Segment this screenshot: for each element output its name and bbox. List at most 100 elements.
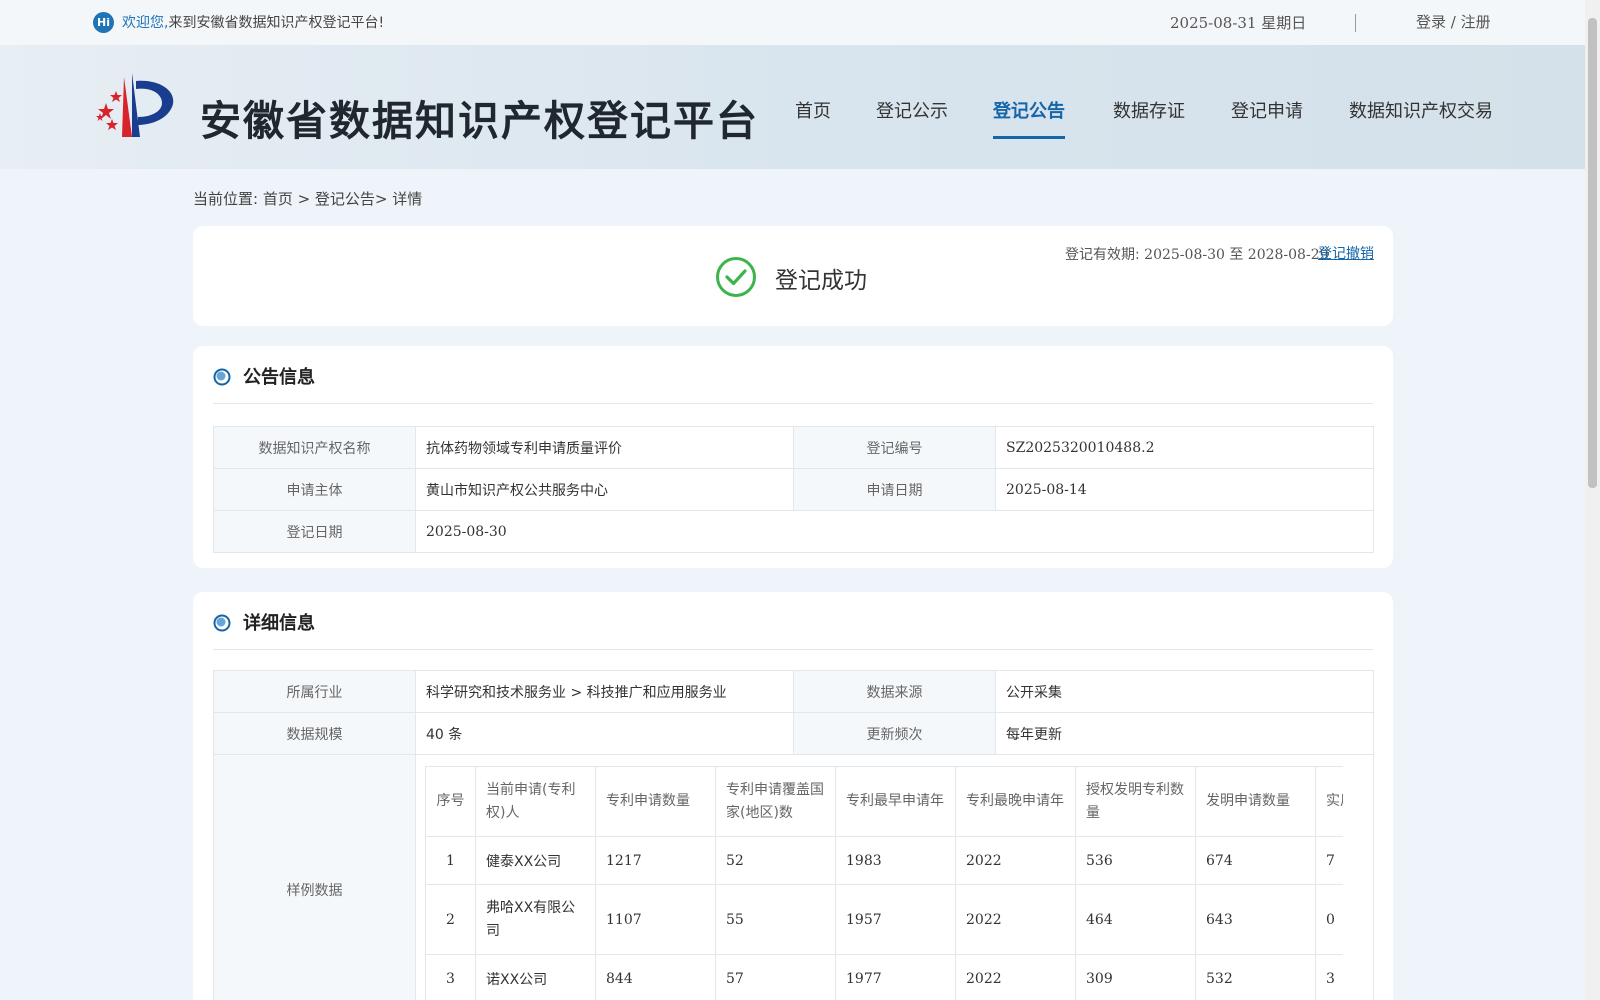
sample-col-header: 序号 — [425, 766, 476, 837]
top-divider — [1355, 14, 1356, 32]
table-row: 2 弗哈XX有限公司 1107 55 1957 2022 464 643 0 — [425, 884, 1343, 955]
sample-cell: 309 — [1075, 954, 1196, 1000]
sample-col-header: 发明申请数量 — [1195, 766, 1316, 837]
platform-logo-icon[interactable] — [92, 73, 176, 141]
reg-no-label: 登记编号 — [793, 426, 996, 469]
sample-cell: 464 — [1075, 884, 1196, 955]
announcement-title: 公告信息 — [243, 367, 315, 388]
nav-data-evidence[interactable]: 数据存证 — [1113, 97, 1185, 123]
sample-cell: 健泰XX公司 — [475, 836, 596, 885]
sample-col-header: 专利最晚申请年 — [955, 766, 1076, 837]
nav-active-indicator — [993, 136, 1065, 139]
sample-col-header: 专利申请数量 — [595, 766, 716, 837]
scale-value: 40 条 — [415, 712, 794, 755]
source-value: 公开采集 — [995, 670, 1374, 713]
table-row: 1 健泰XX公司 1217 52 1983 2022 536 674 7 — [425, 836, 1343, 885]
table-row: 所属行业 科学研究和技术服务业 > 科技推广和应用服务业 数据来源 公开采集 — [213, 670, 1374, 713]
sample-cell: 2022 — [955, 884, 1076, 955]
table-row: 登记日期 2025-08-30 — [213, 510, 1374, 553]
applicant-value: 黄山市知识产权公共服务中心 — [415, 468, 794, 511]
sample-cell: 弗哈XX有限公司 — [475, 884, 596, 955]
source-label: 数据来源 — [793, 670, 996, 713]
announcement-table: 数据知识产权名称 抗体药物领域专利申请质量评价 登记编号 SZ202532001… — [213, 426, 1374, 553]
apply-date-value: 2025-08-14 — [995, 468, 1374, 511]
nav-registration-apply[interactable]: 登记申请 — [1231, 97, 1303, 123]
reg-date-label: 登记日期 — [213, 510, 416, 553]
sample-cell: 1977 — [835, 954, 956, 1000]
sample-cell: 2022 — [955, 954, 1076, 1000]
sample-cell: 0 — [1315, 884, 1343, 955]
detail-panel-header: 详细信息 — [213, 592, 1373, 650]
sample-col-header: 专利申请覆盖国家(地区)数 — [715, 766, 836, 837]
announcement-panel: 公告信息 数据知识产权名称 抗体药物领域专利申请质量评价 登记编号 SZ2025… — [193, 346, 1393, 568]
sample-cell: 诺XX公司 — [475, 954, 596, 1000]
nav-registration-announcement[interactable]: 登记公告 — [993, 97, 1065, 123]
revoke-registration-link[interactable]: 登记撤销 — [1318, 243, 1374, 263]
detail-title: 详细信息 — [243, 613, 315, 634]
validity-dates: 2025-08-30 至 2028-08-29 — [1144, 247, 1329, 263]
success-check-icon — [716, 257, 756, 297]
login-register-link[interactable]: 登录 / 注册 — [1416, 11, 1491, 32]
sample-cell: 55 — [715, 884, 836, 955]
frequency-label: 更新频次 — [793, 712, 996, 755]
table-row: 数据规模 40 条 更新频次 每年更新 — [213, 712, 1374, 755]
validity-period: 登记有效期: 2025-08-30 至 2028-08-29 — [1065, 244, 1329, 264]
top-bar: Hi 欢迎您,来到安徽省数据知识产权登记平台! 2025-08-31 星期日 登… — [0, 0, 1585, 45]
sample-cell: 532 — [1195, 954, 1316, 1000]
reg-date-value: 2025-08-30 — [415, 510, 1374, 553]
welcome-rest: 来到安徽省数据知识产权登记平台! — [168, 15, 385, 31]
current-date: 2025-08-31 星期日 — [1170, 14, 1307, 32]
sample-cell-index: 2 — [425, 884, 476, 955]
table-row: 申请主体 黄山市知识产权公共服务中心 申请日期 2025-08-14 — [213, 468, 1374, 511]
welcome-strong: 欢迎您, — [122, 15, 169, 31]
nav-home[interactable]: 首页 — [795, 97, 831, 123]
sample-cell: 844 — [595, 954, 716, 1000]
sample-cell: 1983 — [835, 836, 956, 885]
sample-cell: 643 — [1195, 884, 1316, 955]
section-bullet-icon — [213, 368, 231, 386]
sample-col-header: 授权发明专利数量 — [1075, 766, 1196, 837]
sample-cell: 536 — [1075, 836, 1196, 885]
applicant-label: 申请主体 — [213, 468, 416, 511]
ip-name-value: 抗体药物领域专利申请质量评价 — [415, 426, 794, 469]
page-scrollbar-thumb[interactable] — [1588, 18, 1597, 488]
site-header: 安徽省数据知识产权登记平台 首页 登记公示 登记公告 数据存证 登记申请 数据知… — [0, 45, 1585, 169]
sample-cell: 674 — [1195, 836, 1316, 885]
breadcrumb: 当前位置: 首页 > 登记公告> 详情 — [193, 190, 423, 208]
sample-col-header: 实用 — [1315, 766, 1343, 837]
sample-cell: 1107 — [595, 884, 716, 955]
sample-cell: 2022 — [955, 836, 1076, 885]
announcement-panel-header: 公告信息 — [213, 346, 1373, 404]
status-card: 登记成功 登记有效期: 2025-08-30 至 2028-08-29 登记撤销 — [193, 226, 1393, 326]
sample-cell: 1217 — [595, 836, 716, 885]
hi-icon: Hi — [93, 12, 114, 33]
section-bullet-icon — [213, 614, 231, 632]
sample-cell: 57 — [715, 954, 836, 1000]
sample-header-row: 序号 当前申请(专利权)人 专利申请数量 专利申请覆盖国家(地区)数 专利最早申… — [425, 766, 1343, 837]
sample-cell: 1957 — [835, 884, 956, 955]
detail-panel: 详细信息 所属行业 科学研究和技术服务业 > 科技推广和应用服务业 数据来源 公… — [193, 592, 1393, 1000]
industry-label: 所属行业 — [213, 670, 416, 713]
sample-cell: 3 — [1315, 954, 1343, 1000]
site-title: 安徽省数据知识产权登记平台 — [200, 97, 759, 145]
table-row: 数据知识产权名称 抗体药物领域专利申请质量评价 登记编号 SZ202532001… — [213, 426, 1374, 469]
nav-data-ip-trading[interactable]: 数据知识产权交易 — [1349, 97, 1493, 123]
sample-table: 序号 当前申请(专利权)人 专利申请数量 专利申请覆盖国家(地区)数 专利最早申… — [425, 766, 1343, 1000]
sample-cell-index: 3 — [425, 954, 476, 1000]
frequency-value: 每年更新 — [995, 712, 1374, 755]
sample-table-scroll[interactable]: 序号 当前申请(专利权)人 专利申请数量 专利申请覆盖国家(地区)数 专利最早申… — [425, 766, 1343, 1000]
scale-label: 数据规模 — [213, 712, 416, 755]
sample-col-header: 专利最早申请年 — [835, 766, 956, 837]
reg-no-value: SZ2025320010488.2 — [995, 426, 1374, 469]
status-text: 登记成功 — [775, 268, 867, 294]
sample-cell: 7 — [1315, 836, 1343, 885]
table-row: 3 诺XX公司 844 57 1977 2022 309 532 3 — [425, 954, 1343, 1000]
ip-name-label: 数据知识产权名称 — [213, 426, 416, 469]
sample-cell: 52 — [715, 836, 836, 885]
validity-label: 登记有效期: — [1065, 247, 1140, 263]
industry-value: 科学研究和技术服务业 > 科技推广和应用服务业 — [415, 670, 794, 713]
nav-registration-publicity[interactable]: 登记公示 — [876, 97, 948, 123]
sample-label: 样例数据 — [213, 754, 416, 1000]
welcome-text: 欢迎您,来到安徽省数据知识产权登记平台! — [122, 12, 384, 32]
sample-col-header: 当前申请(专利权)人 — [475, 766, 596, 837]
